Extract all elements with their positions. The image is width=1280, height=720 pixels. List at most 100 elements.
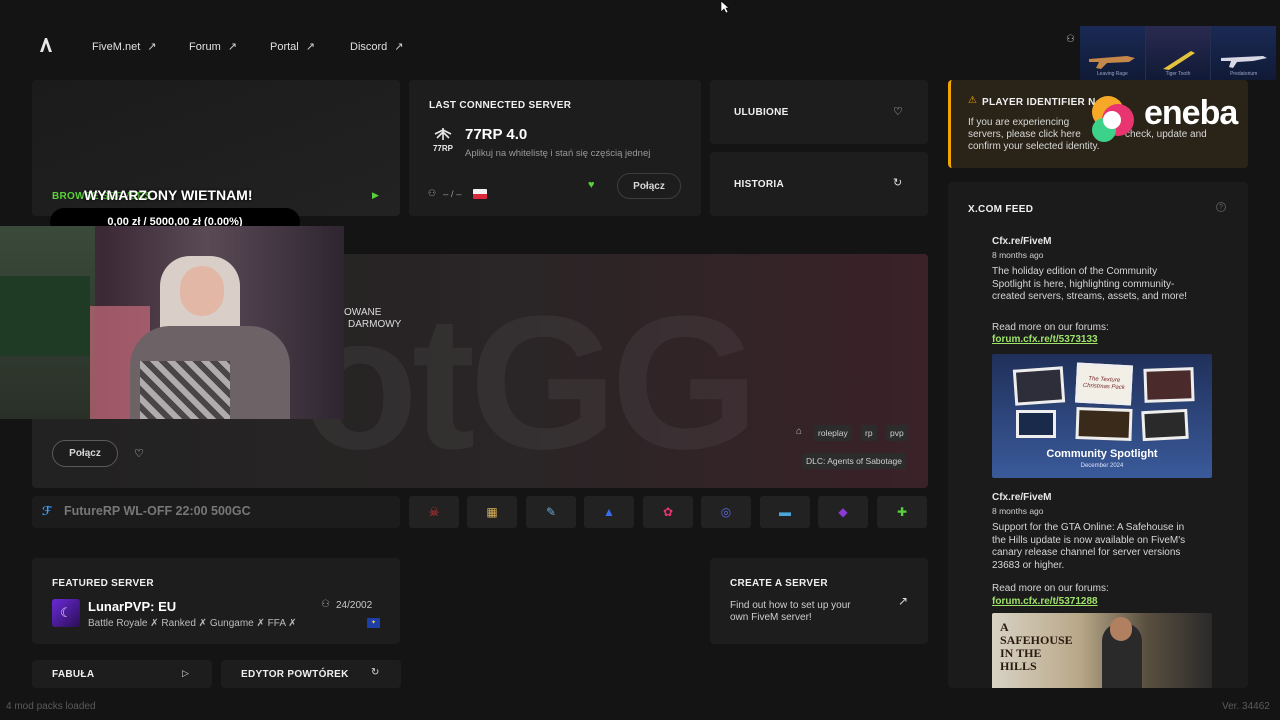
weapon-skins-overlay: Leaving Rage Tiger Tooth Predatorium [1080,26,1277,80]
eneba-brand-text: eneba [1144,94,1238,132]
footer-version: Ver. 34462 [1222,701,1270,712]
nav-link-portal[interactable]: Portal ↗ [270,40,315,54]
favorites-label: ULUBIONE [734,107,789,118]
nav-link-label: FiveM.net [92,40,141,53]
friends-icon[interactable]: ⚇ [1066,34,1075,45]
notice-line-2: servers, please click here [968,129,1081,140]
post-author: Cfx.re/FiveM [992,492,1052,503]
external-arrow-icon: ↗ [394,41,404,53]
nav-link-label: Portal [270,40,299,53]
weapon-skin-card: Leaving Rage [1080,26,1146,80]
server-tile-badge-icon[interactable]: ▬ [760,496,810,528]
feed-post: Cfx.re/FiveM 8 months ago Support for th… [992,492,1222,688]
post-body-line: The holiday edition of the Community [992,266,1158,277]
featured-players-icon: ⚇ [321,599,330,610]
server-tile-gem-icon[interactable]: ◆ [818,496,868,528]
server-tile-leaf-icon[interactable]: ✿ [643,496,693,528]
server-tag[interactable]: rp [861,425,877,441]
post-author: Cfx.re/FiveM [992,236,1052,247]
nav-link-label: Forum [189,40,221,53]
fivem-logo-icon[interactable] [38,37,54,53]
image-title: A SAFEHOUSE IN THE HILLS [1000,619,1073,673]
read-more-label: Read more on our forums: [992,583,1109,594]
replay-editor-label: EDYTOR POWTÓREK [241,669,349,680]
last-connected-heading: LAST CONNECTED SERVER [429,100,572,111]
footer-status: 4 mod packs loaded [6,701,96,712]
server-tile-circle-icon[interactable]: ◎ [701,496,751,528]
post-body-line: the Hills update is now available on Fiv… [992,534,1186,546]
safehouse-image[interactable]: A SAFEHOUSE IN THE HILLS [992,612,1212,688]
featured-server-tags: Battle Royale ✗ Ranked ✗ Gungame ✗ FFA ✗ [88,618,297,629]
dlc-badge: DLC: Agents of Sabotage [802,453,906,469]
poland-flag-icon [473,189,487,199]
last-server-players: – / – [443,189,462,200]
server-tile-map-icon[interactable]: ▦ [467,496,517,528]
external-arrow-icon: ↗ [305,41,315,53]
futurerp-icon: ℱ [42,504,52,518]
help-icon[interactable]: ? [1216,202,1226,212]
create-server-line-2: own FiveM server! [730,612,812,623]
favorite-heart-icon[interactable]: ♥ [588,179,595,191]
svg-text:77RP: 77RP [433,144,454,153]
banner-text-2: DARMOWY [348,319,402,330]
post-link[interactable]: forum.cfx.re/t/5373133 [992,334,1222,345]
create-server-heading: CREATE A SERVER [730,578,828,589]
last-server-description: Aplikuj na whitelistę i stań się częścią… [465,148,651,159]
replay-refresh-icon: ↻ [371,667,380,678]
x-feed-heading: X.COM FEED [968,204,1034,215]
external-arrow-icon: ↗ [227,41,237,53]
nav-link-fivem[interactable]: FiveM.net ↗ [92,40,157,54]
warning-icon: ⚠ [968,95,977,106]
featured-server-heading: FEATURED SERVER [52,578,154,589]
server-tile-clover-icon[interactable]: ✚ [877,496,927,528]
play-outline-icon: ▷ [182,668,189,678]
nav-link-discord[interactable]: Discord ↗ [350,40,404,54]
read-more-label: Read more on our forums: [992,321,1109,333]
server-tag[interactable]: roleplay [814,425,852,441]
nav-link-forum[interactable]: Forum ↗ [189,40,237,54]
external-arrow-icon: ↗ [147,41,157,53]
post-time: 8 months ago [992,506,1044,516]
server-logo-icon: 77RP [430,126,456,154]
players-icon: ⚇ [428,188,437,198]
player-identifier-heading: PLAYER IDENTIFIER N [982,97,1096,108]
eu-flag-icon: ✦ [367,618,380,628]
x-feed-panel: X.COM FEED ? Cfx.re/FiveM 8 months ago T… [948,182,1248,688]
community-spotlight-image[interactable]: The Texture Christmas Pack Community Spo… [992,354,1212,478]
featured-server-name: LunarPVP: EU [88,599,177,614]
story-label: FABUŁA [52,669,95,680]
notice-line-1: If you are experiencing [968,117,1070,128]
server-tag[interactable]: pvp [886,425,908,441]
lunarpvp-logo-icon: ☾ [52,599,80,627]
server-tile-skull-icon[interactable]: ☠ [409,496,459,528]
post-body-line: Spotlight is here, highlighting communit… [992,278,1175,290]
banner-favorite-icon[interactable]: ♡ [134,447,144,460]
banner-connect-button[interactable]: Połącz [52,440,118,467]
post-link[interactable]: forum.cfx.re/t/5371288 [992,596,1222,607]
featured-server-players: 24/2002 [336,600,373,611]
post-body-line: created servers, streams, assets, and mo… [992,291,1188,302]
tag-icon: ⌂ [796,426,803,437]
post-body-line: Support for the GTA Online: A Safehouse … [992,522,1185,533]
history-label: HISTORIA [734,179,784,190]
notice-line-3: confirm your selected identity. [968,141,1100,152]
last-server-name: 77RP 4.0 [465,126,528,143]
banner-text-1: OWANE [344,307,382,318]
feed-post: Cfx.re/FiveM 8 months ago The holiday ed… [992,236,1222,478]
server-tile-feather-icon[interactable]: ✎ [526,496,576,528]
eneba-logo-icon [1082,90,1140,148]
donation-goal-title: WYMARZONY WIETNAM! [84,187,253,203]
image-title: Community Spotlight [1046,448,1158,460]
play-icon[interactable]: ▶ [372,190,379,201]
weapon-skin-card: Predatorium [1211,26,1277,80]
server-tile-rocket-icon[interactable]: ▲ [584,496,634,528]
image-subtitle: December 2024 [1080,463,1124,469]
external-arrow-icon: ↗ [898,594,909,608]
post-body-line: canary release channel for server versio… [992,547,1181,558]
create-server-line-1: Find out how to set up your [730,600,851,611]
connect-button[interactable]: Połącz [617,173,681,199]
nav-link-label: Discord [350,40,388,53]
webcam-overlay [0,226,344,419]
post-body-line: 23683 or higher. [992,559,1065,571]
weapon-skin-card: Tiger Tooth [1145,26,1212,80]
